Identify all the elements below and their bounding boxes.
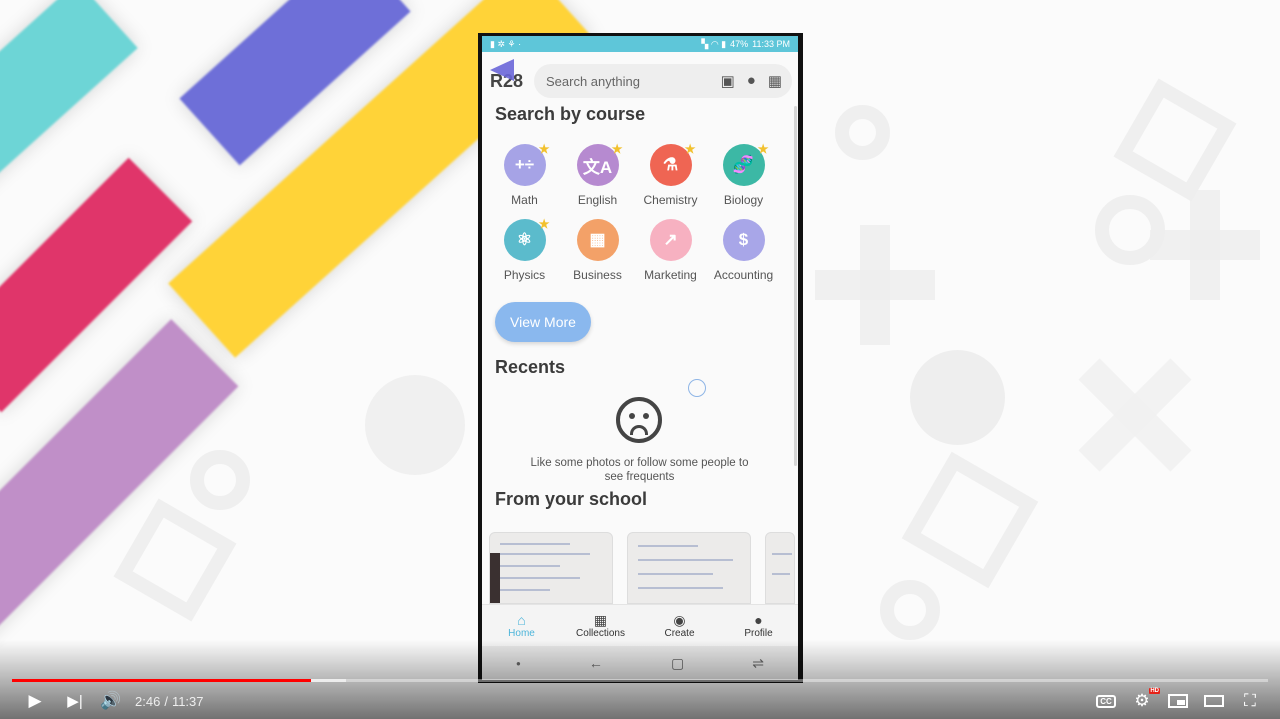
star-icon: ★ [684,142,696,156]
course-label: Marketing [644,268,697,282]
course-marketing[interactable]: ↗ Marketing [634,219,707,282]
course-glyph: ▦ [589,230,606,249]
bg-square [113,498,237,622]
course-accounting[interactable]: $ Accounting [707,219,780,282]
search-bar[interactable]: Search anything ▣ ● ▦ [534,64,792,98]
star-icon: ★ [538,142,550,156]
miniplayer-icon[interactable] [1166,686,1190,716]
bg-cross [1150,230,1260,260]
course-business[interactable]: ▦ Business [561,219,634,282]
bg-square [901,451,1039,589]
star-icon: ★ [757,142,769,156]
view-more-button[interactable]: View More [495,302,591,342]
course-grid: +÷ ★ Math 文A ★ English ⚗ ★ Chemistry 🧬 ★ Biology ⚛ ★ P… [488,142,788,282]
search-input[interactable]: Search anything [546,74,721,89]
course-label: Physics [503,268,546,282]
signal-icon: ▚ ◠ ▮ [701,38,727,49]
app-logo[interactable]: R28 [490,58,534,92]
bg-circle [910,350,1005,445]
top-bar: R28 Search anything ▣ ● ▦ [490,58,792,100]
battery-level: 47% [730,38,749,49]
course-label: Biology [723,193,764,207]
status-time: 11:33 PM [752,38,790,49]
building-icon: ▦ [576,219,619,261]
phone-frame: ▮ ✲ ⚘ · ▚ ◠ ▮ 47% 11:33 PM R28 Search an… [478,33,803,683]
bg-square [1113,78,1237,202]
course-section-title: Search by course [495,104,646,124]
course-glyph: ⚛ [516,230,533,249]
course-english[interactable]: 文A ★ English [561,142,634,207]
course-glyph: 文A [582,157,613,177]
course-chemistry[interactable]: ⚗ ★ Chemistry [634,142,707,207]
course-math[interactable]: +÷ ★ Math [488,142,561,207]
course-physics[interactable]: ⚛ ★ Physics [488,217,561,282]
nav-label: Home [508,628,535,639]
next-icon[interactable]: ▶| [62,686,88,716]
course-label: Business [573,268,622,282]
school-photo-thumbnail[interactable] [627,532,751,604]
course-label: English [577,193,618,207]
bg-circle [190,450,250,510]
course-biology[interactable]: 🧬 ★ Biology [707,142,780,207]
course-glyph: ↗ [663,230,678,249]
bg-circle [880,580,940,640]
building-icon[interactable]: ▦ [768,72,782,90]
nav-label: Create [664,628,695,639]
empty-recents-text: Like some photos or follow some people t… [530,457,749,483]
phone-screen: ▮ ✲ ⚘ · ▚ ◠ ▮ 47% 11:33 PM R28 Search an… [482,36,798,680]
home-icon: ⌂ [517,612,526,628]
course-glyph: 🧬 [732,155,755,174]
school-thumbnails [489,532,795,604]
status-icons: ▮ ✲ ⚘ · [490,38,522,49]
school-title: From your school [495,489,648,509]
duration: 11:37 [171,693,204,709]
course-glyph: ⚗ [662,155,679,174]
hd-badge: HD [1149,688,1160,694]
atom-icon: ⚛ ★ [503,217,550,261]
bg-circle [365,375,465,475]
current-time: 2:46 [135,693,161,709]
nav-label: Collections [576,628,625,639]
person-icon[interactable]: ● [747,72,756,90]
progress-played [12,679,311,682]
person-icon: ● [754,612,763,628]
scrollbar[interactable] [794,106,797,466]
time-display: 2:46 / 11:37 [135,686,204,716]
camera-icon: ◉ [673,612,686,628]
flask-icon: ⚗ ★ [649,142,696,186]
status-bar: ▮ ✲ ⚘ · ▚ ◠ ▮ 47% 11:33 PM [482,36,798,52]
grid-icon: ▦ [593,612,608,628]
course-label: Accounting [713,268,774,282]
course-glyph: $ [738,230,749,249]
volume-icon[interactable]: 🔊 [98,686,124,716]
bg-cross [815,270,935,300]
recents-title: Recents [495,357,566,377]
course-glyph: +÷ [514,155,535,174]
dollar-icon: $ [722,219,765,261]
loading-spinner-icon [688,379,706,397]
dna-icon: 🧬 ★ [722,142,769,186]
fullscreen-icon[interactable]: ⛶ [1238,686,1262,716]
trend-icon: ↗ [649,219,692,261]
progress-bar[interactable] [12,679,1268,682]
school-photo-thumbnail[interactable] [489,532,613,604]
play-icon[interactable]: ▶ [22,686,48,716]
logo-mark-icon [490,58,514,81]
time-separator: / [164,693,168,709]
theater-mode-icon[interactable] [1202,686,1226,716]
sad-face-icon [616,397,662,443]
course-label: Chemistry [643,193,698,207]
star-icon: ★ [538,217,550,231]
settings-gear-icon[interactable]: ⚙ HD [1130,686,1160,716]
nav-label: Profile [744,628,773,639]
captions-icon[interactable]: CC [1094,686,1118,716]
save-icon[interactable]: ▣ [721,72,735,90]
school-photo-thumbnail[interactable] [765,532,795,604]
course-label: Math [511,193,538,207]
translate-icon: 文A ★ [576,142,623,186]
bg-circle [835,105,890,160]
star-icon: ★ [611,142,623,156]
math-icon: +÷ ★ [503,142,550,186]
